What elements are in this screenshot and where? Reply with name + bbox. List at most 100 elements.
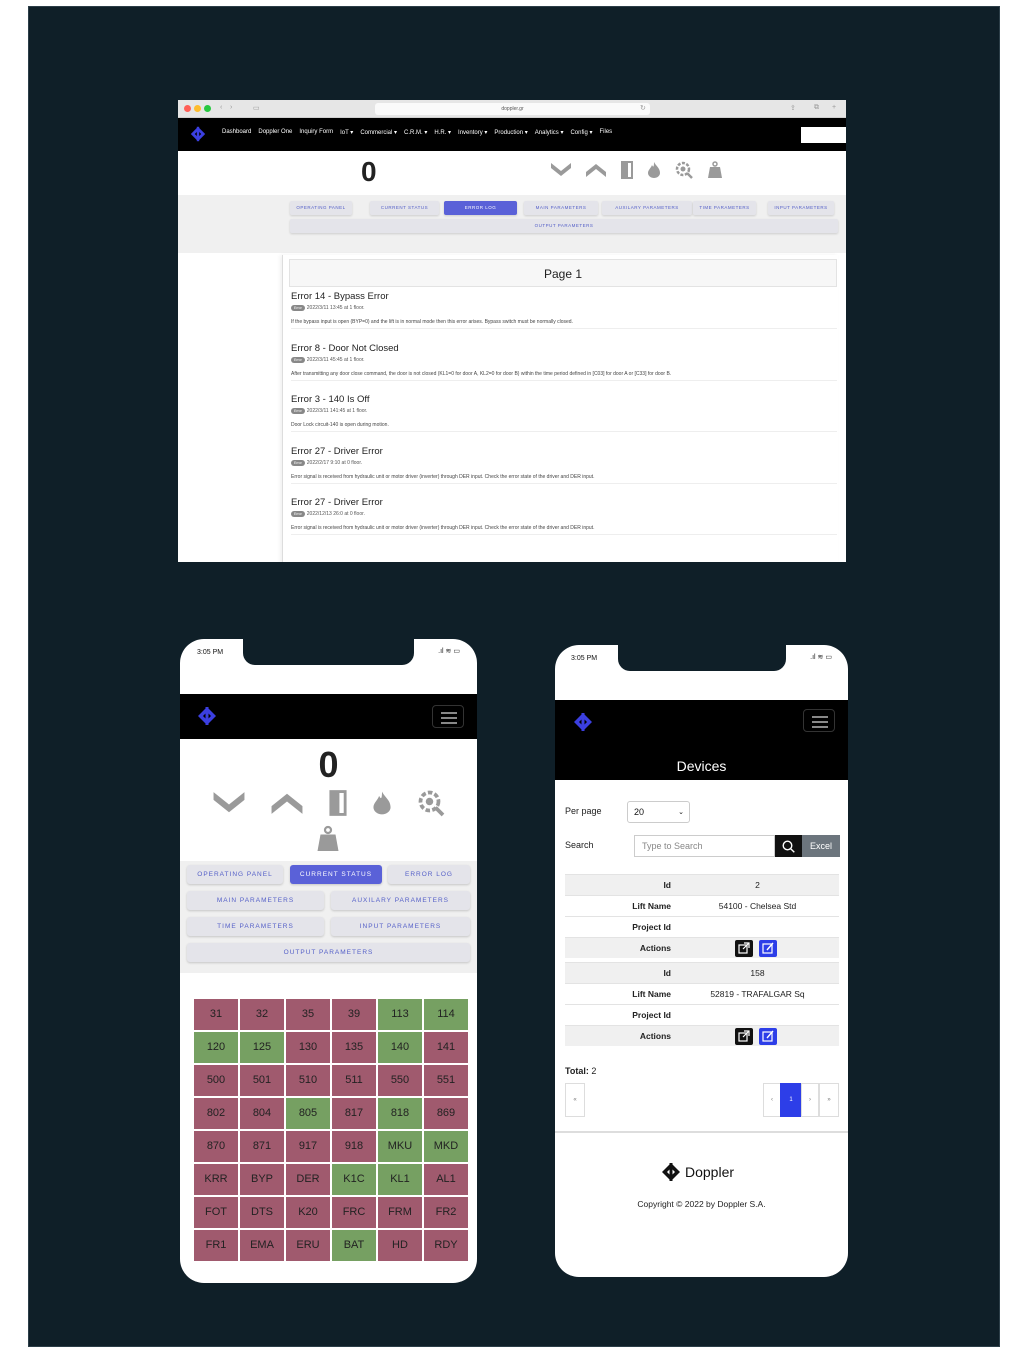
close-window-icon[interactable] xyxy=(184,105,191,112)
page-link[interactable]: 1 xyxy=(780,1083,802,1117)
tab-auxilary-parameters[interactable]: AUXILARY PARAMETERS xyxy=(331,891,470,910)
open-external-button[interactable] xyxy=(735,1028,753,1045)
hamburger-menu-icon[interactable] xyxy=(803,709,835,732)
floor-number: 0 xyxy=(361,156,377,187)
io-cell: 805 xyxy=(286,1098,330,1129)
doppler-logo-icon[interactable] xyxy=(190,126,206,142)
nav-link[interactable]: Commercial ▾ xyxy=(360,129,397,136)
tab-main-parameters[interactable]: MAIN PARAMETERS xyxy=(524,201,598,215)
page-link[interactable]: ‹ xyxy=(763,1083,781,1117)
error-entry: Error 14 - Bypass Error Error 2022/3/11 13… xyxy=(291,291,837,329)
tab-time-parameters[interactable]: TIME PARAMETERS xyxy=(693,201,756,215)
doppler-logo-icon[interactable] xyxy=(573,712,593,732)
nav-link[interactable]: H.R. ▾ xyxy=(434,129,451,136)
io-cell: BYP xyxy=(240,1164,284,1195)
nav-link[interactable]: C.R.M. ▾ xyxy=(404,129,427,136)
io-cell: 113 xyxy=(378,999,422,1030)
weight-icon xyxy=(708,161,722,178)
io-cell: FR1 xyxy=(194,1230,238,1261)
io-cell: 140 xyxy=(378,1032,422,1063)
reload-icon[interactable]: ↻ xyxy=(640,104,646,112)
back-icon[interactable]: ‹ xyxy=(220,104,222,111)
search-button[interactable] xyxy=(775,835,802,857)
tab-current-status[interactable]: CURRENT STATUS xyxy=(370,201,439,215)
nav-link[interactable]: Files xyxy=(600,129,613,136)
edit-icon xyxy=(762,942,774,954)
error-description: After transmitting any door close comman… xyxy=(291,371,837,381)
nav-link[interactable]: Inquiry Form xyxy=(299,129,333,136)
tab-error-log[interactable]: ERROR LOG xyxy=(444,201,517,215)
desktop-search-box[interactable] xyxy=(801,127,846,143)
excel-button[interactable]: Excel xyxy=(802,835,840,857)
row-key: Id xyxy=(663,880,671,890)
table-row: Lift Name 54100 - Chelsea Std xyxy=(565,895,839,916)
tab-input-parameters[interactable]: INPUT PARAMETERS xyxy=(331,917,470,936)
status-icons xyxy=(212,789,446,817)
tab-error-log[interactable]: ERROR LOG xyxy=(388,865,470,884)
error-entry: Error 3 - 140 Is Off Error 2022/3/11 141:4… xyxy=(291,394,837,432)
error-entry: Error 27 - Driver Error Error 2022/2/17 9:… xyxy=(291,446,837,484)
io-cell: EMA xyxy=(240,1230,284,1261)
maximize-window-icon[interactable] xyxy=(204,105,211,112)
error-timestamp: 2022/3/11 13:45 at 1 floor. xyxy=(306,305,365,311)
forward-icon[interactable]: › xyxy=(230,104,232,111)
status-badge: Error xyxy=(291,408,305,414)
error-description: Door Lock circuit-140 is open during mot… xyxy=(291,422,837,432)
nav-link[interactable]: Doppler One xyxy=(258,129,292,136)
edit-button[interactable] xyxy=(759,1028,777,1045)
open-external-button[interactable] xyxy=(735,940,753,957)
error-log-panel: Page 1 Error 14 - Bypass Error Error 2022/… xyxy=(282,255,838,562)
search-input[interactable]: Type to Search xyxy=(634,835,775,857)
io-cell: 871 xyxy=(240,1131,284,1162)
nav-link[interactable]: Config ▾ xyxy=(570,129,592,136)
new-tab-icon[interactable]: + xyxy=(832,104,836,111)
page-link[interactable]: « xyxy=(565,1083,585,1117)
doppler-logo-icon[interactable] xyxy=(197,706,217,726)
tab-output-parameters[interactable]: OUTPUT PARAMETERS xyxy=(187,943,470,962)
address-bar[interactable]: doppler.gr xyxy=(375,103,650,115)
row-value: 54100 - Chelsea Std xyxy=(718,901,797,911)
tab-operating-panel[interactable]: OPERATING PANEL xyxy=(290,201,352,215)
error-description: Error signal is received from hydraulic … xyxy=(291,525,837,535)
nav-link[interactable]: Inventory ▾ xyxy=(458,129,487,136)
io-cell: ERU xyxy=(286,1230,330,1261)
sidebar-icon[interactable]: ▭ xyxy=(253,104,260,112)
io-cell: K1C xyxy=(332,1164,376,1195)
edit-button[interactable] xyxy=(759,940,777,957)
fire-icon xyxy=(648,162,660,178)
nav-link[interactable]: Dashboard xyxy=(222,129,251,136)
tab-input-parameters[interactable]: INPUT PARAMETERS xyxy=(768,201,834,215)
hamburger-menu-icon[interactable] xyxy=(432,705,464,728)
external-link-icon xyxy=(738,1030,750,1042)
tab-time-parameters[interactable]: TIME PARAMETERS xyxy=(187,917,324,936)
io-cell: 510 xyxy=(286,1065,330,1096)
error-title: Error 14 - Bypass Error xyxy=(291,291,389,302)
per-page-select[interactable]: 20 ⌄ xyxy=(627,801,690,823)
tabs-icon[interactable]: ⧉ xyxy=(814,104,819,112)
nav-link[interactable]: Production ▾ xyxy=(494,129,527,136)
per-page-value: 20 xyxy=(634,807,645,817)
tab-main-parameters[interactable]: MAIN PARAMETERS xyxy=(187,891,324,910)
tab-output-parameters[interactable]: OUTPUT PARAMETERS xyxy=(290,219,838,233)
error-timestamp: 2022/12/13 26:0 at 0 floor. xyxy=(306,511,365,517)
page-link[interactable]: » xyxy=(819,1083,839,1117)
nav-link[interactable]: IoT ▾ xyxy=(340,129,353,136)
tab-operating-panel[interactable]: OPERATING PANEL xyxy=(187,865,283,884)
browser-chrome: ‹ › ▭ doppler.gr ↻ ⇪ ⧉ + xyxy=(178,100,846,118)
share-icon[interactable]: ⇪ xyxy=(790,104,796,112)
status-badge: Error xyxy=(291,511,305,517)
io-cell: BAT xyxy=(332,1230,376,1261)
tab-auxilary-parameters[interactable]: AUXILARY PARAMETERS xyxy=(602,201,692,215)
tab-current-status[interactable]: CURRENT STATUS xyxy=(290,865,382,884)
floor-number: 0 xyxy=(318,744,339,785)
io-cell: 817 xyxy=(332,1098,376,1129)
io-cell: RDY xyxy=(424,1230,468,1261)
io-cell: 870 xyxy=(194,1131,238,1162)
io-cell: FRM xyxy=(378,1197,422,1228)
table-row: Lift Name 52819 - TRAFALGAR Sq xyxy=(565,983,839,1004)
io-cell: 501 xyxy=(240,1065,284,1096)
nav-link[interactable]: Analytics ▾ xyxy=(535,129,564,136)
minimize-window-icon[interactable] xyxy=(194,105,201,112)
io-cell: MKD xyxy=(424,1131,468,1162)
page-link[interactable]: › xyxy=(801,1083,819,1117)
